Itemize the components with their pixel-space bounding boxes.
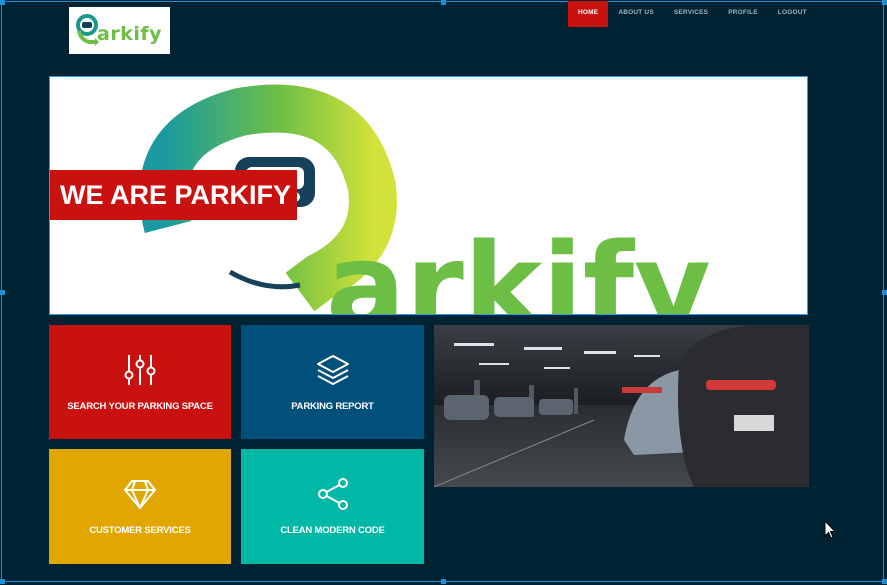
resize-handle[interactable] bbox=[882, 579, 887, 584]
tile-clean-modern-code[interactable]: CLEAN MODERN CODE bbox=[241, 449, 424, 564]
hero-slider[interactable]: arkify WE ARE PARKIFY bbox=[49, 76, 808, 315]
diamond-icon bbox=[124, 480, 156, 509]
nav-logout[interactable]: LOGOUT bbox=[768, 1, 817, 27]
site-logo[interactable]: arkify bbox=[69, 7, 170, 54]
tile-label: SEARCH YOUR PARKING SPACE bbox=[67, 400, 213, 412]
nav-home[interactable]: HOME bbox=[568, 1, 609, 27]
nav-about-us[interactable]: ABOUT US bbox=[608, 1, 664, 27]
hero-art-text: arkify bbox=[326, 217, 711, 315]
nav-profile[interactable]: PROFILE bbox=[718, 1, 768, 27]
tile-search-parking[interactable]: SEARCH YOUR PARKING SPACE bbox=[49, 325, 231, 439]
nav-services[interactable]: SERVICES bbox=[664, 1, 718, 27]
tile-label: CUSTOMER SERVICES bbox=[89, 525, 191, 536]
tile-customer-services[interactable]: CUSTOMER SERVICES bbox=[49, 449, 231, 564]
parking-garage-photo bbox=[434, 325, 809, 487]
share-icon bbox=[317, 478, 348, 510]
parkify-logo-icon bbox=[76, 13, 99, 46]
layers-icon bbox=[316, 354, 349, 385]
main-nav: HOME ABOUT US SERVICES PROFILE LOGOUT bbox=[568, 1, 817, 27]
tile-parking-report[interactable]: PARKING REPORT bbox=[241, 325, 424, 439]
resize-handle[interactable] bbox=[0, 290, 5, 295]
resize-handle[interactable] bbox=[882, 290, 887, 295]
resize-handle[interactable] bbox=[0, 579, 5, 584]
resize-handle[interactable] bbox=[0, 0, 5, 5]
resize-handle[interactable] bbox=[441, 0, 446, 5]
hero-headline: WE ARE PARKIFY bbox=[50, 170, 297, 220]
sliders-icon bbox=[124, 354, 156, 385]
tile-label: CLEAN MODERN CODE bbox=[280, 525, 385, 536]
logo-text: arkify bbox=[97, 22, 162, 45]
resize-handle[interactable] bbox=[882, 0, 887, 5]
tile-label: PARKING REPORT bbox=[291, 400, 374, 412]
mouse-cursor-icon bbox=[824, 520, 836, 539]
resize-handle[interactable] bbox=[441, 579, 446, 584]
